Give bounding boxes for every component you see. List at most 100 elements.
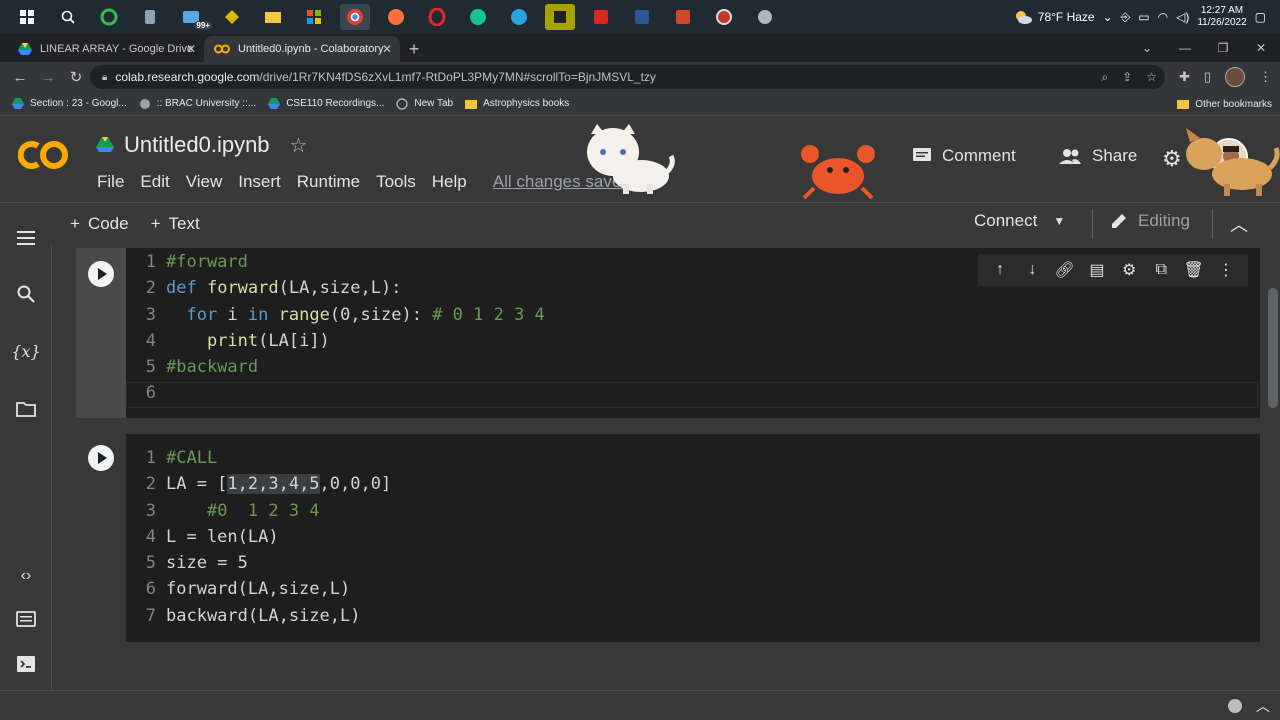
usb-icon[interactable]: ⎆ (1121, 10, 1131, 25)
search-icon[interactable] (14, 282, 38, 306)
add-code-cell-button[interactable]: + Code (70, 214, 129, 234)
more-options-icon[interactable]: ⋮ (1215, 260, 1237, 280)
search-icon[interactable] (53, 4, 83, 30)
code-cell[interactable]: 1 #forward 2 def forward(LA,size,L): 3 for… (76, 248, 1260, 418)
scrollbar-thumb[interactable] (1268, 288, 1278, 408)
dropdown-arrow-icon[interactable]: ▼ (1053, 214, 1065, 228)
acrobat-icon[interactable] (586, 4, 616, 30)
store-icon[interactable] (299, 4, 329, 30)
close-icon[interactable]: ✕ (382, 42, 392, 56)
code-text: size = 5 (166, 553, 248, 574)
volume-icon[interactable]: ◁) (1176, 10, 1189, 24)
settings-gear-icon[interactable]: ⚙ (1162, 146, 1182, 172)
tab-google-drive[interactable]: LINEAR ARRAY - Google Drive ✕ (8, 36, 204, 62)
editing-mode-button[interactable]: Editing (1110, 211, 1190, 231)
bookmark-item[interactable]: CSE110 Recordings... (268, 97, 384, 110)
run-cell-button[interactable] (88, 445, 114, 471)
file-explorer-icon[interactable] (258, 4, 288, 30)
active-app-icon[interactable] (545, 4, 575, 30)
notebook-title[interactable]: Untitled0.ipynb (124, 132, 270, 158)
wifi-icon[interactable]: ◠ (1158, 10, 1168, 24)
app-device-icon[interactable] (135, 4, 165, 30)
forward-icon[interactable]: → (34, 69, 62, 86)
colab-logo-icon[interactable] (18, 138, 70, 172)
side-panel-icon[interactable]: ▯ (1204, 69, 1211, 85)
terminal-icon[interactable] (14, 652, 38, 676)
telegram-icon[interactable] (504, 4, 534, 30)
powerpoint-icon[interactable] (668, 4, 698, 30)
run-cell-button[interactable] (88, 261, 114, 287)
chevron-up-icon[interactable]: ︿ (1256, 696, 1270, 716)
share-page-icon[interactable]: ⇪ (1122, 70, 1132, 84)
back-icon[interactable]: ← (6, 69, 34, 86)
settings-gear-icon[interactable]: ⚙ (1118, 260, 1140, 280)
bookmark-star-icon[interactable]: ☆ (1146, 70, 1157, 84)
menu-file[interactable]: File (89, 172, 132, 192)
address-bar[interactable]: 🔒︎ colab.research.google.com/drive/1Rr7K… (90, 65, 1165, 89)
windows-start-icon[interactable] (12, 4, 42, 30)
comment-icon[interactable]: ▤ (1086, 260, 1108, 280)
app-ring-icon[interactable] (94, 4, 124, 30)
comment-button[interactable]: Comment (912, 146, 1016, 166)
command-palette-icon[interactable] (14, 607, 38, 631)
bookmark-item[interactable]: Astrophysics books (465, 98, 569, 110)
menu-view[interactable]: View (178, 172, 231, 192)
menu-runtime[interactable]: Runtime (289, 172, 368, 192)
folder-icon[interactable] (14, 397, 38, 421)
variables-icon[interactable]: {𝑥} (11, 339, 40, 363)
battery-icon[interactable]: ▭ (1138, 10, 1149, 24)
profile-avatar[interactable] (1225, 67, 1245, 87)
chevron-up-icon[interactable]: ⌄ (1103, 10, 1113, 24)
app-red-icon[interactable] (709, 4, 739, 30)
code-editor[interactable]: 1 #forward 2 def forward(LA,size,L): 3 for… (130, 249, 545, 407)
browser-menu-icon[interactable]: ⋮ (1259, 69, 1272, 85)
table-of-contents-icon[interactable] (14, 226, 38, 250)
menu-help[interactable]: Help (424, 172, 475, 192)
notifications-icon[interactable]: ▢ (1255, 10, 1266, 24)
extensions-icon[interactable]: ✚ (1179, 69, 1190, 85)
scrollbar[interactable] (1266, 244, 1280, 690)
word-icon[interactable] (627, 4, 657, 30)
delete-icon[interactable]: 🗑︎ (1183, 260, 1205, 280)
bookmark-item[interactable]: :: BRAC University ::... (139, 98, 256, 110)
mirror-cell-icon[interactable]: ⧉ (1150, 261, 1172, 279)
clock[interactable]: 12:27 AM 11/26/2022 (1197, 5, 1246, 29)
menu-tools[interactable]: Tools (368, 172, 424, 192)
app-diamond-icon[interactable] (217, 4, 247, 30)
grammarly-icon[interactable] (463, 4, 493, 30)
tab-search-icon[interactable]: ⌄ (1128, 41, 1166, 55)
menu-edit[interactable]: Edit (132, 172, 177, 192)
bookmark-item[interactable]: Section : 23 - Googl... (12, 97, 127, 110)
connect-button[interactable]: Connect ▼ (974, 211, 1065, 231)
code-editor[interactable]: 1 #CALL 2 LA = [1,2,3,4,5,0,0,0] 3 #0 1 2 … (130, 445, 391, 629)
menu-insert[interactable]: Insert (230, 172, 289, 192)
other-bookmarks[interactable]: Other bookmarks (1177, 92, 1272, 116)
google-drive-icon[interactable] (96, 137, 114, 153)
close-window-icon[interactable]: ✕ (1242, 41, 1280, 55)
code-snippets-icon[interactable]: ‹› (14, 564, 38, 588)
zoom-icon[interactable]: ⌕ (1101, 70, 1108, 85)
collapse-header-icon[interactable]: ︿ (1230, 211, 1248, 237)
star-icon[interactable]: ☆ (290, 133, 308, 158)
photos-icon[interactable]: 99+ (176, 4, 212, 30)
reload-icon[interactable]: ↻ (62, 68, 90, 86)
weather-widget[interactable]: 78°F Haze (1013, 9, 1095, 25)
runtime-status-icon[interactable] (1228, 699, 1242, 713)
add-text-cell-button[interactable]: + Text (151, 214, 200, 234)
move-down-icon[interactable]: ↓ (1021, 261, 1043, 279)
share-button[interactable]: Share (1058, 146, 1137, 166)
tab-colab[interactable]: Untitled0.ipynb - Colaboratory ✕ (204, 36, 400, 62)
app-sphere-icon[interactable] (750, 4, 780, 30)
firefox-icon[interactable] (381, 4, 411, 30)
link-icon[interactable]: 🔗︎ (1054, 260, 1076, 280)
minimize-icon[interactable]: — (1166, 41, 1204, 55)
move-up-icon[interactable]: ↑ (989, 261, 1011, 279)
chrome-icon[interactable] (340, 4, 370, 30)
close-icon[interactable]: ✕ (186, 42, 196, 56)
lock-icon[interactable]: 🔒︎ (102, 72, 107, 83)
bookmark-item[interactable]: New Tab (396, 97, 453, 110)
restore-icon[interactable]: ❐ (1204, 41, 1242, 55)
code-cell[interactable]: 1 #CALL 2 LA = [1,2,3,4,5,0,0,0] 3 #0 1 2 … (76, 434, 1260, 642)
opera-icon[interactable] (422, 4, 452, 30)
new-tab-icon[interactable]: + (400, 36, 428, 62)
